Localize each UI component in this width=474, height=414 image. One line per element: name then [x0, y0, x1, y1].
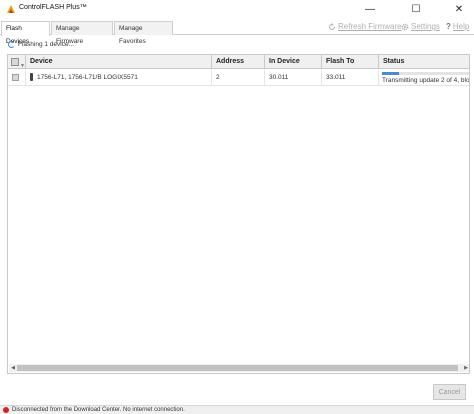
column-header-flash-to[interactable]: Flash To [322, 55, 379, 69]
flashing-status-text: Flashing 1 device... [18, 41, 75, 48]
flash-progress-bar [382, 72, 469, 75]
status-text: Transmitting update 2 of 4, block [382, 77, 470, 84]
title-bar: ControlFLASH Plus™ — ☐ ✕ [0, 0, 474, 18]
device-name: 1756-L71, 1756-L71/B LOGIX5571 [37, 74, 138, 81]
tab-manage-firmware[interactable]: Manage Firmware [51, 21, 113, 45]
tab-flash-devices[interactable]: Flash Devices [1, 21, 50, 45]
spinner-icon [8, 41, 15, 48]
controller-icon [30, 73, 33, 82]
flashing-status: Flashing 1 device... [8, 41, 74, 48]
error-icon [3, 407, 9, 413]
refresh-firmware-button[interactable]: Refresh Firmware [328, 22, 402, 31]
flash-progress-fill [382, 72, 399, 75]
minimize-button[interactable]: — [355, 0, 385, 18]
scrollbar-thumb[interactable] [17, 365, 458, 371]
device-cell: 1756-L71, 1756-L71/B LOGIX5571 [26, 70, 212, 86]
question-icon: ? [446, 22, 451, 31]
chevron-down-icon: ▼ [20, 63, 25, 69]
address-cell: 2 [212, 70, 265, 86]
cancel-button[interactable]: Cancel [433, 384, 466, 400]
app-logo-icon [7, 5, 15, 13]
tab-manage-favorites[interactable]: Manage Favorites [114, 21, 173, 45]
settings-label: Settings [411, 22, 440, 31]
connection-status-text: Disconnected from the Download Center. N… [12, 407, 185, 413]
minimize-icon: — [365, 3, 375, 15]
row-select-cell [8, 70, 26, 86]
maximize-icon: ☐ [411, 3, 421, 15]
tab-bar: Flash Devices Manage Firmware Manage Fav… [0, 18, 474, 45]
table-row[interactable]: 1756-L71, 1756-L71/B LOGIX5571 2 30.011 … [8, 70, 469, 86]
maximize-button[interactable]: ☐ [401, 0, 431, 18]
refresh-icon [329, 22, 335, 30]
settings-button[interactable]: Settings [401, 22, 440, 31]
status-cell: Transmitting update 2 of 4, block [379, 70, 470, 86]
select-all-checkbox[interactable] [11, 58, 19, 66]
window-title: ControlFLASH Plus™ [19, 4, 87, 11]
column-header-status[interactable]: Status [379, 55, 469, 69]
column-header-address[interactable]: Address [212, 55, 265, 69]
close-icon: ✕ [454, 3, 464, 15]
scroll-right-icon[interactable]: ▶ [462, 364, 469, 372]
status-bar: Disconnected from the Download Center. N… [0, 405, 474, 414]
row-checkbox[interactable] [12, 74, 19, 81]
help-button[interactable]: ? Help [446, 22, 469, 31]
device-grid: ▼ Device Address In Device Flash To Stat… [7, 54, 470, 374]
select-all-cell: ▼ [8, 55, 26, 69]
column-header-in-device[interactable]: In Device [265, 55, 322, 69]
grid-header: ▼ Device Address In Device Flash To Stat… [8, 55, 469, 69]
close-button[interactable]: ✕ [444, 0, 474, 18]
refresh-firmware-label: Refresh Firmware [338, 22, 402, 31]
horizontal-scrollbar[interactable]: ◀ ▶ [9, 364, 469, 372]
in-device-cell: 30.011 [265, 70, 322, 86]
flash-to-cell: 33.011 [322, 70, 379, 86]
help-label: Help [452, 22, 470, 31]
scroll-left-icon[interactable]: ◀ [9, 364, 17, 372]
column-header-device[interactable]: Device [26, 55, 212, 69]
gear-icon [401, 23, 409, 30]
